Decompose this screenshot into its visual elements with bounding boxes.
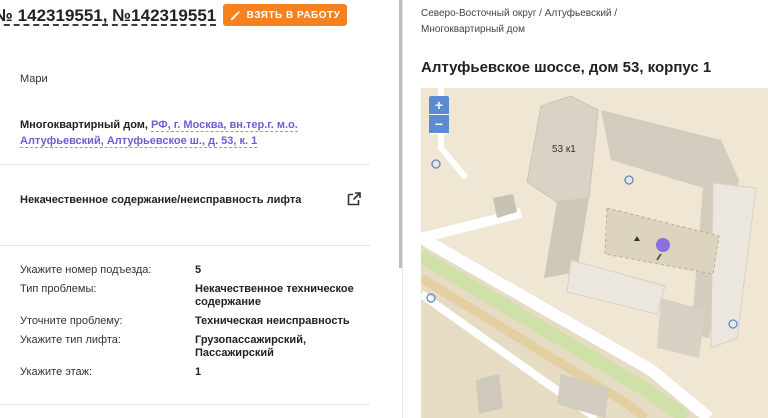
divider xyxy=(0,404,370,405)
divider xyxy=(0,245,370,246)
field-value: Некачественное техническое содержание xyxy=(195,283,354,308)
field-value: Грузопассажирский, Пассажирский xyxy=(195,334,307,359)
address-title: Алтуфьевское шоссе, дом 53, корпус 1 xyxy=(421,59,712,76)
pencil-icon xyxy=(230,10,240,20)
request-number[interactable]: № 142319551, №142319551 xyxy=(0,6,216,26)
open-external-icon[interactable] xyxy=(346,191,362,207)
problem-category: Некачественное содержание/неисправность … xyxy=(20,194,302,206)
zoom-control: + − xyxy=(429,96,449,134)
user-name: Мари xyxy=(20,73,48,85)
take-to-work-label: ВЗЯТЬ В РАБОТУ xyxy=(246,9,341,21)
field-label: Укажите этаж: xyxy=(20,366,93,378)
field-label: Тип проблемы: xyxy=(20,283,97,295)
map[interactable]: 53 к1 + − xyxy=(421,88,768,418)
field-row: Укажите тип лифта: Грузопассажирский, Па… xyxy=(20,334,380,360)
object-type: Многоквартирный дом, xyxy=(20,119,148,131)
field-row: Тип проблемы: Некачественное техническое… xyxy=(20,283,380,309)
building-label: 53 к1 xyxy=(552,144,576,155)
field-value: 5 xyxy=(195,264,202,276)
take-to-work-button[interactable]: ВЗЯТЬ В РАБОТУ xyxy=(223,4,347,26)
field-value: 1 xyxy=(195,366,202,378)
field-label: Укажите номер подъезда: xyxy=(20,264,152,276)
map-canvas xyxy=(421,88,768,418)
field-row: Укажите номер подъезда: 5 xyxy=(20,264,380,277)
request-fields: Укажите номер подъезда: 5 Тип проблемы: … xyxy=(20,264,380,385)
location-panel: Северо-Восточный округ / Алтуфьевский / … xyxy=(403,0,768,418)
field-value: Техническая неисправность xyxy=(195,315,350,327)
field-label: Укажите тип лифта: xyxy=(20,334,121,346)
field-row: Уточните проблему: Техническая неисправн… xyxy=(20,315,380,328)
zoom-out-button[interactable]: − xyxy=(429,115,449,134)
field-row: Укажите этаж: 1 xyxy=(20,366,380,379)
object-address: Многоквартирный дом, РФ, г. Москва, вн.т… xyxy=(20,117,370,149)
divider xyxy=(0,164,370,165)
field-label: Уточните проблему: xyxy=(20,315,123,327)
zoom-in-button[interactable]: + xyxy=(429,96,449,115)
breadcrumb[interactable]: Северо-Восточный округ / Алтуфьевский / … xyxy=(421,6,641,38)
request-panel: № 142319551, №142319551 ВЗЯТЬ В РАБОТУ М… xyxy=(0,0,400,418)
